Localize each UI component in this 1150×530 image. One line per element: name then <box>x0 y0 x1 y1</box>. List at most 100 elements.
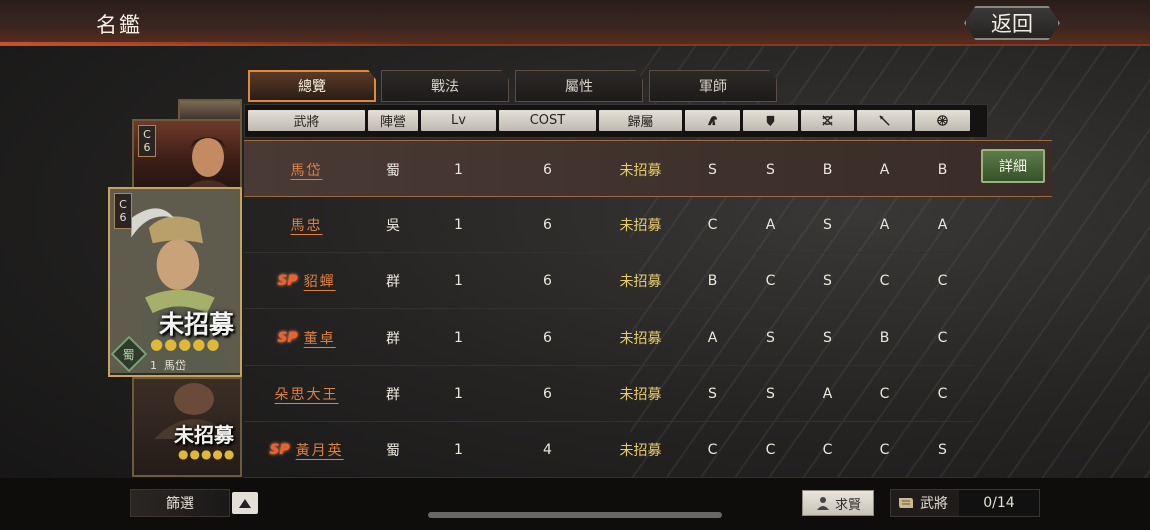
general-name-link[interactable]: 黃月英 <box>296 440 344 460</box>
troop-rating-cell: B <box>879 329 890 346</box>
cost-cell: 6 <box>543 216 552 233</box>
sp-badge: SP <box>269 441 290 458</box>
filter-label[interactable]: 篩選 <box>130 489 230 517</box>
selected-general-card[interactable]: C6 未招募 ●●●●● 蜀 1 馬岱 <box>108 187 242 377</box>
column-camp[interactable]: 陣營 <box>368 110 418 131</box>
column-general[interactable]: 武將 <box>248 110 365 131</box>
back-button[interactable]: 返回 <box>964 6 1060 40</box>
status-cell: 未招募 <box>619 386 662 403</box>
troop-rating-cell: A <box>879 216 890 233</box>
general-cell: 朵思大王 <box>248 365 365 422</box>
troop-rating-cell: A <box>707 329 718 346</box>
column-spear[interactable] <box>857 110 912 131</box>
sp-badge: SP <box>277 272 298 289</box>
troop-rating-cell: C <box>879 272 890 289</box>
troop-rating-cell: C <box>879 385 890 402</box>
troop-rating-cell: B <box>822 161 833 178</box>
cost-cell: 6 <box>543 329 552 346</box>
recruit-icon <box>816 497 829 510</box>
troop-rating-cell: S <box>766 385 775 402</box>
troop-rating-cell: C <box>937 385 948 402</box>
detail-button[interactable]: 詳細 <box>981 149 1045 183</box>
tab-tactics[interactable]: 戰法 <box>381 70 509 102</box>
status-cell: 未招募 <box>619 162 662 179</box>
troop-rating-cell: B <box>707 272 718 289</box>
card-stars: ●●●●● <box>178 447 236 461</box>
table-row[interactable]: SP 貂蟬 群 1 6 未招募 B C S C C <box>244 252 974 309</box>
tab-overview[interactable]: 總覽 <box>248 70 376 102</box>
troop-rating-cell: C <box>879 441 890 458</box>
cost-cell: 6 <box>543 272 552 289</box>
general-cell: SP 黃月英 <box>248 421 365 478</box>
recruit-button[interactable]: 求賢 <box>802 490 874 516</box>
crossed-bows-icon <box>822 115 833 126</box>
column-cost[interactable]: COST <box>499 110 596 131</box>
general-cell: SP 董卓 <box>248 309 365 366</box>
troop-rating-cell: A <box>822 385 833 402</box>
level-cell: 1 <box>454 385 463 402</box>
general-name-link[interactable]: 朵思大王 <box>275 384 339 404</box>
troop-rating-cell: S <box>708 161 717 178</box>
side-card-upper[interactable]: C6 <box>132 119 242 191</box>
troop-rating-cell: S <box>938 441 947 458</box>
general-name-link[interactable]: 馬忠 <box>291 215 323 235</box>
camp-cell: 群 <box>386 330 400 347</box>
level-cell: 1 <box>454 216 463 233</box>
shield-icon <box>766 115 775 127</box>
triangle-up-icon <box>239 498 251 508</box>
level-cell: 1 <box>454 272 463 289</box>
camp-cell: 吳 <box>386 217 400 234</box>
card-rank: C6 <box>114 193 132 229</box>
generals-count: 0/14 <box>959 490 1039 516</box>
cost-cell: 4 <box>543 441 552 458</box>
column-siege[interactable] <box>915 110 970 131</box>
table-row[interactable]: 馬岱 蜀 1 6 未招募 S S B A B <box>244 140 1052 197</box>
status-cell: 未招募 <box>619 273 662 290</box>
table-row[interactable]: SP 黃月英 蜀 1 4 未招募 C C C C S <box>244 421 974 478</box>
tab-strategist[interactable]: 軍師 <box>649 70 777 102</box>
card-rank: C6 <box>138 125 156 157</box>
spear-icon <box>879 115 890 126</box>
tab-attributes[interactable]: 屬性 <box>515 70 643 102</box>
table-row[interactable]: 馬忠 吳 1 6 未招募 C A S A A <box>244 196 974 253</box>
troop-rating-cell: C <box>765 272 776 289</box>
troop-rating-cell: C <box>822 441 833 458</box>
camp-cell: 群 <box>386 386 400 403</box>
general-name-link[interactable]: 馬岱 <box>291 160 323 180</box>
level-cell: 1 <box>454 161 463 178</box>
sp-badge: SP <box>277 329 298 346</box>
column-bow[interactable] <box>801 110 854 131</box>
general-name-link[interactable]: 貂蟬 <box>304 271 336 291</box>
status-cell: 未招募 <box>619 442 662 459</box>
level-cell: 1 <box>454 329 463 346</box>
troop-rating-cell: S <box>823 272 832 289</box>
troop-rating-cell: A <box>765 216 776 233</box>
troop-rating-cell: C <box>765 441 776 458</box>
troop-rating-cell: S <box>766 161 775 178</box>
level-cell: 1 <box>454 441 463 458</box>
cost-cell: 6 <box>543 161 552 178</box>
side-card-lower[interactable]: 未招募 ●●●●● <box>132 377 242 477</box>
column-shield[interactable] <box>743 110 798 131</box>
home-indicator[interactable] <box>428 512 722 518</box>
general-portrait-icon <box>184 137 232 189</box>
horse-icon <box>707 116 718 126</box>
card-level-name: 1 馬岱 <box>150 359 186 372</box>
status-cell: 未招募 <box>619 330 662 347</box>
filter-toggle-button[interactable] <box>232 492 258 514</box>
troop-rating-cell: C <box>937 329 948 346</box>
column-level[interactable]: Lv <box>421 110 496 131</box>
general-cell: 馬忠 <box>248 196 365 253</box>
table-row[interactable]: 朵思大王 群 1 6 未招募 S S A C C <box>244 365 974 422</box>
troop-rating-cell: S <box>766 329 775 346</box>
page-title: 名鑑 <box>96 13 142 37</box>
troop-rating-cell: S <box>708 385 717 402</box>
column-ownership[interactable]: 歸屬 <box>599 110 682 131</box>
column-cavalry[interactable] <box>685 110 740 131</box>
general-name-link[interactable]: 董卓 <box>304 328 336 348</box>
camp-cell: 蜀 <box>386 162 400 179</box>
table-row[interactable]: SP 董卓 群 1 6 未招募 A S S B C <box>244 309 974 366</box>
camp-cell: 群 <box>386 273 400 290</box>
card-stars: ●●●●● <box>150 335 221 353</box>
troop-rating-cell: B <box>937 161 948 178</box>
